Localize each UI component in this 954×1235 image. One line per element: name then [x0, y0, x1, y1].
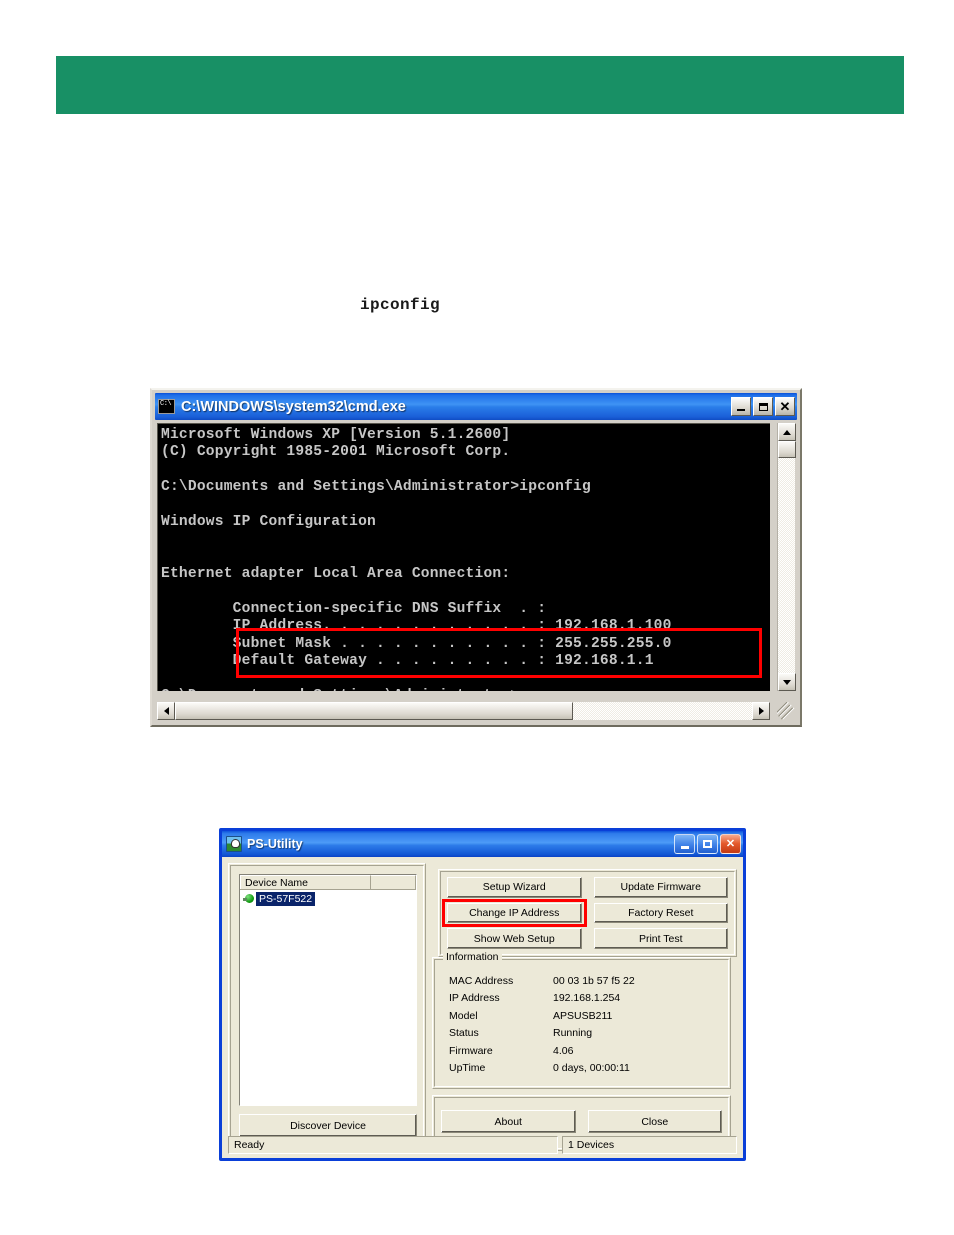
device-name-value: PS-57F522 — [256, 891, 316, 906]
ps-restore-button[interactable] — [697, 834, 718, 854]
info-key: Firmware — [449, 1044, 493, 1057]
resize-grip-icon[interactable] — [777, 702, 795, 720]
scroll-left-icon[interactable] — [157, 702, 175, 720]
setup-wizard-button[interactable]: Setup Wizard — [447, 877, 582, 898]
info-row-ip-address: IP Address 192.168.1.254 — [449, 990, 720, 1008]
cmd-titlebar[interactable]: C:\WINDOWS\system32\cmd.exe ✕ — [155, 393, 797, 420]
terminal-horizontal-scrollbar[interactable] — [157, 702, 770, 720]
info-key: IP Address — [449, 992, 500, 1005]
info-value: APSUSB211 — [553, 1009, 613, 1022]
information-legend: Information — [443, 951, 502, 963]
device-name-column-header: Device Name — [240, 875, 371, 889]
information-group: Information MAC Address 00 03 1b 57 f5 2… — [432, 951, 731, 1089]
page-root: ipconfig C:\WINDOWS\system32\cmd.exe ✕ M… — [0, 0, 954, 1235]
vertical-scrollbar-thumb[interactable] — [778, 441, 796, 458]
information-rows: MAC Address 00 03 1b 57 f5 22 IP Address… — [449, 972, 720, 1077]
ps-utility-icon — [226, 836, 242, 852]
ps-utility-body: Device Name PS-57F522 Discover Device Se… — [222, 857, 743, 1158]
change-ip-address-button[interactable]: Change IP Address — [447, 902, 582, 924]
info-row-model: Model APSUSB211 — [449, 1007, 720, 1025]
action-buttons-group: Setup Wizard Update Firmware Change IP A… — [438, 869, 737, 957]
device-list[interactable]: Device Name PS-57F522 — [239, 874, 417, 1106]
terminal-screen[interactable]: Microsoft Windows XP [Version 5.1.2600] … — [157, 423, 770, 691]
change-ip-address-wrapper: Change IP Address — [442, 898, 587, 928]
scroll-down-icon[interactable] — [778, 673, 796, 691]
info-key: MAC Address — [449, 974, 514, 987]
update-firmware-button[interactable]: Update Firmware — [593, 877, 728, 898]
scroll-up-icon[interactable] — [778, 423, 796, 441]
console-icon — [158, 399, 175, 414]
info-value: 0 days, 00:00:11 — [553, 1062, 630, 1075]
info-value: 4.06 — [553, 1044, 574, 1057]
cmd-window: C:\WINDOWS\system32\cmd.exe ✕ Microsoft … — [150, 388, 802, 727]
info-row-firmware: Firmware 4.06 — [449, 1042, 720, 1060]
action-buttons-grid: Setup Wizard Update Firmware Change IP A… — [442, 877, 728, 949]
ps-utility-title: PS-Utility — [247, 837, 303, 851]
device-list-spare-column — [371, 875, 416, 889]
cmd-close-button[interactable]: ✕ — [775, 397, 795, 416]
cmd-body: Microsoft Windows XP [Version 5.1.2600] … — [155, 420, 797, 722]
print-test-button[interactable]: Print Test — [593, 928, 728, 949]
ps-utility-titlebar[interactable]: PS-Utility ✕ — [222, 831, 743, 857]
terminal-vertical-scrollbar[interactable] — [777, 423, 796, 691]
header-band — [56, 56, 904, 114]
cmd-minimize-button[interactable] — [731, 397, 751, 416]
close-button[interactable]: Close — [587, 1110, 722, 1133]
list-item[interactable]: PS-57F522 — [240, 891, 416, 906]
info-value: 00 03 1b 57 f5 22 — [553, 974, 635, 987]
status-bar-ready: Ready — [228, 1136, 558, 1154]
terminal-text: Microsoft Windows XP [Version 5.1.2600] … — [161, 427, 672, 691]
info-row-uptime: UpTime 0 days, 00:00:11 — [449, 1060, 720, 1078]
factory-reset-button[interactable]: Factory Reset — [593, 902, 728, 924]
green-plug-icon — [243, 893, 254, 904]
device-list-header: Device Name — [240, 875, 416, 890]
ps-close-button[interactable]: ✕ — [720, 834, 741, 854]
ps-minimize-button[interactable] — [674, 834, 695, 854]
info-key: Model — [449, 1009, 478, 1022]
horizontal-scrollbar-thumb[interactable] — [175, 702, 573, 720]
cmd-window-controls: ✕ — [731, 397, 795, 416]
info-row-status: Status Running — [449, 1025, 720, 1043]
info-value: 192.168.1.254 — [553, 992, 621, 1005]
show-web-setup-button[interactable]: Show Web Setup — [447, 928, 582, 949]
scroll-right-icon[interactable] — [752, 702, 770, 720]
info-value: Running — [553, 1027, 593, 1040]
bottom-buttons-grid: About Close — [441, 1110, 722, 1136]
info-key: UpTime — [449, 1062, 486, 1075]
cmd-window-title: C:\WINDOWS\system32\cmd.exe — [181, 398, 406, 415]
discover-device-button[interactable]: Discover Device — [239, 1114, 417, 1137]
status-bar-device-count: 1 Devices — [562, 1136, 737, 1154]
info-key: Status — [449, 1027, 479, 1040]
ps-utility-window-controls: ✕ — [674, 834, 741, 854]
about-button[interactable]: About — [441, 1110, 576, 1133]
ps-utility-window: PS-Utility ✕ Device Name PS-57F522 Disco… — [219, 828, 746, 1161]
info-row-mac-address: MAC Address 00 03 1b 57 f5 22 — [449, 972, 720, 990]
device-list-group: Device Name PS-57F522 Discover Device — [228, 863, 426, 1151]
inline-command-text: ipconfig — [360, 296, 441, 314]
status-bar: Ready 1 Devices — [228, 1136, 737, 1154]
cmd-maximize-button[interactable] — [753, 397, 773, 416]
